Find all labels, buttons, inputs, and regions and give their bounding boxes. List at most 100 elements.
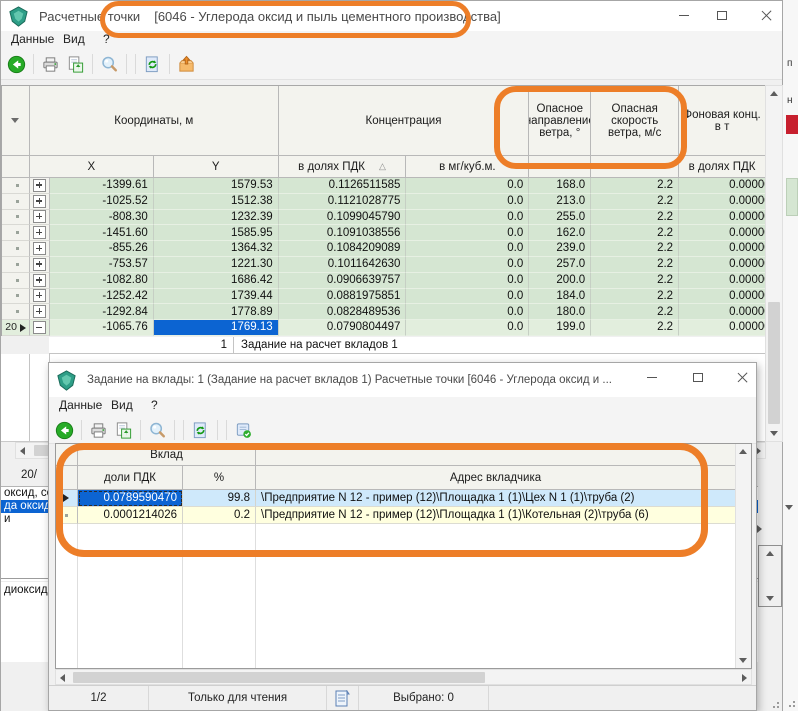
print-icon[interactable]	[86, 418, 111, 442]
expand-icon[interactable]	[33, 258, 46, 271]
menu-data[interactable]: Данные	[59, 398, 102, 412]
expand-icon[interactable]	[33, 210, 46, 223]
expand-cell[interactable]	[30, 257, 50, 273]
expand-cell[interactable]	[30, 210, 50, 226]
calc-point-row[interactable]: -1399.611579.530.11265115850.0168.02.20.…	[2, 178, 766, 194]
main-resize-grip[interactable]	[768, 697, 780, 709]
cell-y[interactable]: 1232.39	[154, 210, 279, 226]
calc-point-row[interactable]: 20-1065.761769.130.07908044970.0199.02.2…	[2, 320, 766, 336]
calc-point-row[interactable]: -1451.601585.950.10910385560.0162.02.20.…	[2, 225, 766, 241]
pane-scroll-right-icon[interactable]	[757, 525, 762, 533]
calc-point-row[interactable]: -1082.801686.420.09066397570.0200.02.20.…	[2, 273, 766, 289]
scroll-up-icon[interactable]	[739, 449, 747, 454]
menu-view[interactable]: Вид	[63, 32, 85, 46]
cell-y[interactable]: 1686.42	[154, 273, 279, 289]
header-coordinates[interactable]: Координаты, м	[30, 86, 279, 156]
expand-cell[interactable]	[30, 320, 50, 336]
sub-vertical-scrollbar[interactable]	[735, 444, 751, 668]
table-corner-cell[interactable]	[2, 86, 30, 156]
calc-point-row[interactable]: -1025.521512.380.11210287750.0213.02.20.…	[2, 194, 766, 210]
menu-view[interactable]: Вид	[111, 398, 133, 412]
cell-y[interactable]: 1512.38	[154, 194, 279, 210]
expand-icon[interactable]	[33, 242, 46, 255]
expand-cell[interactable]	[30, 304, 50, 320]
export-icon[interactable]	[63, 52, 88, 76]
header-wind-speed[interactable]: Опасная скорость ветра, м/с	[591, 86, 679, 156]
expand-icon[interactable]	[33, 195, 46, 208]
expand-icon[interactable]	[33, 305, 46, 318]
expand-icon[interactable]	[33, 179, 46, 192]
cell-pdk-fraction[interactable]: 0.0789590470	[78, 490, 183, 507]
sub-titlebar[interactable]: Задание на вклады: 1 (Задание на расчет …	[49, 363, 756, 398]
header-pdk-fraction[interactable]: в долях ПДК△	[279, 156, 407, 178]
print-icon[interactable]	[38, 52, 63, 76]
main-vscroll-thumb[interactable]	[768, 302, 780, 424]
scroll-down-icon[interactable]	[770, 431, 778, 436]
expand-cell[interactable]	[30, 225, 50, 241]
export-icon[interactable]	[111, 418, 136, 442]
menu-data[interactable]: Данные	[11, 32, 54, 46]
back-icon[interactable]	[4, 52, 29, 76]
select-check-icon[interactable]	[231, 418, 256, 442]
sub-horizontal-scrollbar[interactable]	[55, 669, 752, 685]
header-contribution[interactable]: Вклад	[78, 444, 256, 466]
sub-hscroll-thumb[interactable]	[73, 672, 485, 683]
expand-icon[interactable]	[33, 226, 46, 239]
menu-help[interactable]: ?	[103, 32, 110, 46]
expand-icon[interactable]	[33, 274, 46, 287]
table-corner-cell[interactable]	[56, 444, 78, 466]
contribution-row[interactable]: 0.078959047099.8\Предприятие N 12 - прим…	[56, 490, 736, 507]
header-wind-direction[interactable]: Опасное направление ветра, °	[529, 86, 591, 156]
refresh-icon[interactable]	[140, 52, 165, 76]
menu-help[interactable]: ?	[151, 398, 158, 412]
back-icon[interactable]	[52, 418, 77, 442]
cell-y[interactable]: 1364.32	[154, 241, 279, 257]
close-button[interactable]	[727, 365, 756, 389]
calc-point-row[interactable]: -1252.421739.440.08819758510.0184.02.20.…	[2, 289, 766, 305]
cell-y[interactable]: 1778.89	[154, 304, 279, 320]
cell-y[interactable]: 1221.30	[154, 257, 279, 273]
refresh-icon[interactable]	[188, 418, 213, 442]
maximize-button[interactable]	[683, 365, 713, 389]
header-percent[interactable]: %	[183, 466, 256, 490]
header-x[interactable]: X	[30, 156, 154, 178]
pane-vertical-scrollbar[interactable]	[758, 545, 782, 607]
header-bg-pdk-fraction[interactable]: в долях ПДК	[679, 156, 766, 178]
header-address[interactable]: Адрес вкладчика	[256, 466, 736, 490]
background-scroll-down-icon[interactable]	[785, 505, 793, 510]
calc-point-row[interactable]: -855.261364.320.10842090890.0239.02.20.0…	[2, 241, 766, 257]
maximize-button[interactable]	[707, 3, 737, 27]
minimize-button[interactable]	[637, 365, 667, 389]
header-pdk-fraction[interactable]: доли ПДК	[78, 466, 183, 490]
pane-scroll-up-icon[interactable]	[766, 551, 774, 556]
expand-cell[interactable]	[30, 273, 50, 289]
cell-y[interactable]: 1585.95	[154, 225, 279, 241]
contribution-row[interactable]: 0.00012140260.2\Предприятие N 12 - приме…	[56, 507, 736, 524]
close-button[interactable]	[751, 3, 781, 27]
header-concentration[interactable]: Концентрация	[279, 86, 530, 156]
cell-pdk-fraction[interactable]: 0.0001214026	[78, 507, 183, 524]
cell-y[interactable]: 1769.13	[154, 320, 279, 336]
search-icon[interactable]	[97, 52, 122, 76]
header-mg[interactable]: в мг/куб.м.	[406, 156, 529, 178]
background-resize-grip[interactable]	[784, 696, 796, 708]
scroll-left-icon[interactable]	[60, 674, 65, 682]
header-y[interactable]: Y	[154, 156, 279, 178]
cell-y[interactable]: 1579.53	[154, 178, 279, 194]
scroll-left-icon[interactable]	[20, 447, 25, 455]
expand-cell[interactable]	[30, 194, 50, 210]
upload-icon[interactable]	[174, 52, 199, 76]
header-background-conc[interactable]: Фоновая конц. в т	[679, 86, 766, 156]
expand-cell[interactable]	[30, 289, 50, 305]
calc-point-row[interactable]: -753.571221.300.10116426300.0257.02.20.0…	[2, 257, 766, 273]
calc-point-row[interactable]: -1292.841778.890.08284895360.0180.02.20.…	[2, 304, 766, 320]
scroll-down-icon[interactable]	[739, 658, 747, 663]
scroll-right-icon[interactable]	[742, 674, 747, 682]
calc-point-row[interactable]: -808.301232.390.10990457900.0255.02.20.0…	[2, 210, 766, 226]
main-titlebar[interactable]: Расчетные точки [6046 - Углерода оксид и…	[1, 1, 782, 31]
collapse-icon[interactable]	[33, 321, 46, 334]
expand-icon[interactable]	[33, 289, 46, 302]
scroll-up-icon[interactable]	[770, 91, 778, 96]
detail-row[interactable]: 1 Задание на расчет вкладов 1	[49, 337, 766, 354]
search-icon[interactable]	[145, 418, 170, 442]
